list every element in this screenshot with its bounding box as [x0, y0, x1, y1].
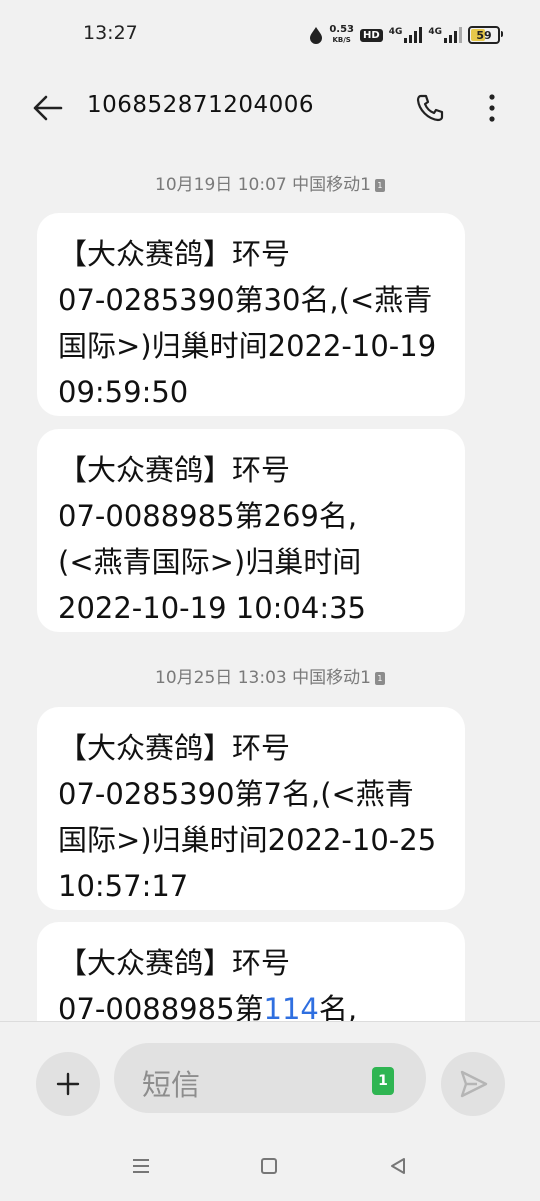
plus-icon — [56, 1072, 80, 1096]
contact-number: 106852871204006 — [87, 92, 314, 118]
phone-icon[interactable] — [414, 92, 446, 124]
timestamp-text: 10月25日 13:03 中国移动1 — [155, 668, 371, 688]
send-button[interactable] — [441, 1052, 505, 1116]
back-arrow-icon[interactable] — [30, 92, 66, 124]
status-time: 13:27 — [83, 22, 138, 44]
message-bubble[interactable]: 【大众赛鸽】环号 07-0088985第269名, (<燕青国际>)归巢时间 2… — [37, 429, 465, 632]
battery-icon: 59 — [468, 26, 503, 44]
add-attachment-button[interactable] — [36, 1052, 100, 1116]
data-saver-icon — [310, 27, 323, 44]
message-text: 【大众赛鸽】环号 07-0088985第269名, (<燕青国际>)归巢时间 2… — [58, 453, 366, 625]
nav-back-icon[interactable] — [388, 1156, 408, 1176]
battery-level: 59 — [476, 28, 492, 42]
message-timestamp: 10月25日 13:03 中国移动1 1 — [0, 663, 540, 688]
hd-badge: HD — [360, 28, 383, 42]
sim-card-icon: 1 — [374, 178, 385, 192]
message-input-placeholder: 短信 — [142, 1068, 201, 1102]
sim1-signal-icon: 4G — [389, 27, 423, 43]
status-bar: 13:27 0.53 KB/S HD 4G 4G 59 — [0, 0, 540, 70]
timestamp-text: 10月19日 10:07 中国移动1 — [155, 175, 371, 195]
system-nav-bar — [0, 1140, 540, 1200]
send-icon — [460, 1070, 488, 1098]
network-speed: 0.53 KB/S — [329, 25, 354, 45]
message-text-line: 【大众赛鸽】环号 — [58, 946, 291, 980]
sim1-network-label: 4G — [388, 27, 403, 37]
message-bubble[interactable]: 【大众赛鸽】环号 07-0285390第30名,(<燕青 国际>)归巢时间202… — [37, 213, 465, 416]
status-icons: 0.53 KB/S HD 4G 4G 59 — [309, 22, 503, 48]
sim-card-icon: 1 — [374, 671, 385, 685]
message-text: 【大众赛鸽】环号 07-0285390第7名,(<燕青 国际>)归巢时间2022… — [58, 731, 437, 903]
message-timestamp: 10月19日 10:07 中国移动1 1 — [0, 170, 540, 195]
message-text: 【大众赛鸽】环号 07-0285390第30名,(<燕青 国际>)归巢时间202… — [58, 237, 437, 409]
sim-select-button[interactable]: 1 — [372, 1067, 394, 1095]
speed-value: 0.53 — [329, 24, 355, 35]
message-bubble[interactable]: 【大众赛鸽】环号 07-0285390第7名,(<燕青 国际>)归巢时间2022… — [37, 707, 465, 910]
sim2-network-label: 4G — [428, 27, 442, 37]
home-button[interactable] — [261, 1158, 277, 1174]
conversation-header: 106852871204006 — [0, 70, 540, 146]
speed-unit: KB/S — [332, 36, 351, 44]
recent-apps-icon[interactable] — [131, 1156, 151, 1176]
more-options-icon[interactable] — [478, 92, 506, 124]
sim2-signal-icon: 4G — [428, 27, 462, 43]
message-input[interactable]: 短信 1 — [114, 1043, 426, 1113]
